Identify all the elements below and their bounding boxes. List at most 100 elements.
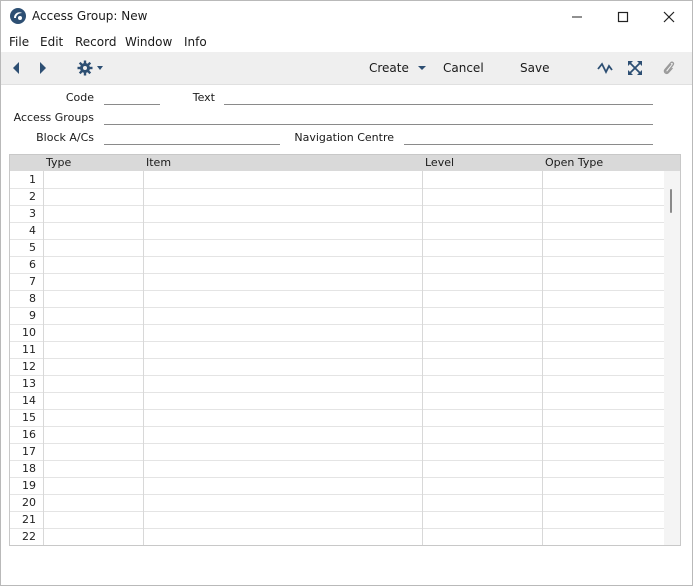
type-cell[interactable] (43, 341, 144, 358)
block-acs-field[interactable] (104, 130, 280, 145)
item-cell[interactable] (143, 256, 423, 273)
create-button[interactable]: Create (369, 61, 427, 75)
text-field[interactable] (224, 90, 653, 105)
level-cell[interactable] (422, 358, 543, 375)
table-row[interactable]: 16 (10, 426, 664, 444)
table-row[interactable]: 11 (10, 341, 664, 359)
open-type-cell[interactable] (542, 409, 665, 426)
open-type-cell[interactable] (542, 188, 665, 205)
type-cell[interactable] (43, 528, 144, 545)
table-row[interactable]: 7 (10, 273, 664, 291)
next-record-button[interactable] (38, 61, 48, 78)
item-cell[interactable] (143, 307, 423, 324)
level-cell[interactable] (422, 477, 543, 494)
level-cell[interactable] (422, 443, 543, 460)
item-cell[interactable] (143, 528, 423, 545)
level-cell[interactable] (422, 460, 543, 477)
open-type-cell[interactable] (542, 511, 665, 528)
table-row[interactable]: 17 (10, 443, 664, 461)
open-type-cell[interactable] (542, 392, 665, 409)
table-row[interactable]: 13 (10, 375, 664, 393)
navigation-centre-field[interactable] (404, 130, 653, 145)
open-type-cell[interactable] (542, 477, 665, 494)
item-cell[interactable] (143, 511, 423, 528)
level-cell[interactable] (422, 205, 543, 222)
level-cell[interactable] (422, 273, 543, 290)
item-cell[interactable] (143, 239, 423, 256)
attachment-button[interactable] (662, 60, 676, 79)
save-button[interactable]: Save (520, 61, 549, 75)
item-cell[interactable] (143, 273, 423, 290)
type-cell[interactable] (43, 375, 144, 392)
level-cell[interactable] (422, 324, 543, 341)
type-cell[interactable] (43, 307, 144, 324)
level-cell[interactable] (422, 494, 543, 511)
item-cell[interactable] (143, 392, 423, 409)
item-cell[interactable] (143, 341, 423, 358)
code-field[interactable] (104, 90, 160, 105)
table-row[interactable]: 21 (10, 511, 664, 529)
type-cell[interactable] (43, 324, 144, 341)
open-type-cell[interactable] (542, 426, 665, 443)
table-row[interactable]: 6 (10, 256, 664, 274)
type-cell[interactable] (43, 256, 144, 273)
item-cell[interactable] (143, 171, 423, 188)
open-type-cell[interactable] (542, 239, 665, 256)
type-cell[interactable] (43, 239, 144, 256)
type-cell[interactable] (43, 358, 144, 375)
table-row[interactable]: 10 (10, 324, 664, 342)
column-header-type[interactable]: Type (46, 156, 71, 169)
open-type-cell[interactable] (542, 205, 665, 222)
type-cell[interactable] (43, 409, 144, 426)
open-type-cell[interactable] (542, 307, 665, 324)
type-cell[interactable] (43, 171, 144, 188)
open-type-cell[interactable] (542, 528, 665, 545)
maximize-button[interactable] (600, 1, 646, 32)
level-cell[interactable] (422, 409, 543, 426)
open-type-cell[interactable] (542, 460, 665, 477)
level-cell[interactable] (422, 307, 543, 324)
type-cell[interactable] (43, 511, 144, 528)
minimize-button[interactable] (554, 1, 600, 32)
activity-button[interactable] (597, 61, 613, 78)
open-type-cell[interactable] (542, 494, 665, 511)
item-cell[interactable] (143, 222, 423, 239)
table-row[interactable]: 2 (10, 188, 664, 206)
open-type-cell[interactable] (542, 358, 665, 375)
type-cell[interactable] (43, 273, 144, 290)
open-type-cell[interactable] (542, 171, 665, 188)
item-cell[interactable] (143, 477, 423, 494)
type-cell[interactable] (43, 494, 144, 511)
item-cell[interactable] (143, 188, 423, 205)
level-cell[interactable] (422, 290, 543, 307)
menu-edit[interactable]: Edit (40, 35, 63, 49)
type-cell[interactable] (43, 222, 144, 239)
scrollbar-thumb[interactable] (670, 189, 672, 213)
table-row[interactable]: 18 (10, 460, 664, 478)
column-header-open-type[interactable]: Open Type (545, 156, 603, 169)
table-row[interactable]: 8 (10, 290, 664, 308)
item-cell[interactable] (143, 426, 423, 443)
item-cell[interactable] (143, 409, 423, 426)
open-type-cell[interactable] (542, 324, 665, 341)
level-cell[interactable] (422, 188, 543, 205)
table-row[interactable]: 19 (10, 477, 664, 495)
menu-info[interactable]: Info (184, 35, 207, 49)
open-type-cell[interactable] (542, 273, 665, 290)
table-row[interactable]: 9 (10, 307, 664, 325)
table-row[interactable]: 20 (10, 494, 664, 512)
level-cell[interactable] (422, 239, 543, 256)
item-cell[interactable] (143, 460, 423, 477)
menu-window[interactable]: Window (125, 35, 172, 49)
item-cell[interactable] (143, 443, 423, 460)
level-cell[interactable] (422, 528, 543, 545)
type-cell[interactable] (43, 188, 144, 205)
table-row[interactable]: 15 (10, 409, 664, 427)
item-cell[interactable] (143, 494, 423, 511)
item-cell[interactable] (143, 358, 423, 375)
vertical-scrollbar[interactable] (664, 171, 680, 545)
table-row[interactable]: 1 (10, 171, 664, 189)
type-cell[interactable] (43, 290, 144, 307)
table-row[interactable]: 12 (10, 358, 664, 376)
open-type-cell[interactable] (542, 256, 665, 273)
